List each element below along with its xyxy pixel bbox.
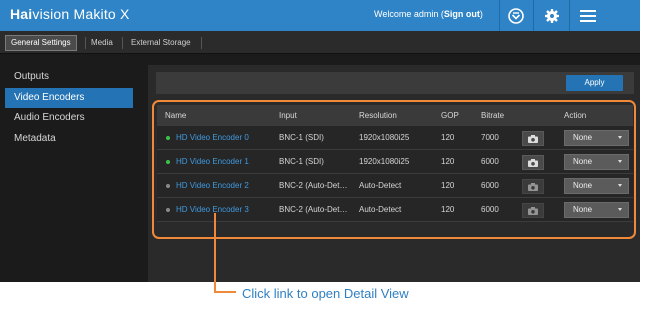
camera-icon[interactable] <box>522 179 544 194</box>
callout-text: Click link to open Detail View <box>242 286 409 301</box>
encoder-name-link[interactable]: HD Video Encoder 0 <box>176 133 249 142</box>
status-dot <box>166 184 170 188</box>
resolution-cell: 1920x1080i25 <box>359 157 410 166</box>
divider <box>122 37 123 49</box>
divider <box>533 0 534 31</box>
camera-icon[interactable] <box>522 131 544 146</box>
chevron-down-icon <box>618 160 622 163</box>
camera-icon[interactable] <box>522 155 544 170</box>
table-row: HD Video Encoder 2 BNC-2 (Auto-Det… Auto… <box>157 174 633 198</box>
divider <box>201 37 202 49</box>
sidebar-item-video-encoders[interactable]: Video Encoders <box>5 88 133 108</box>
resolution-cell: Auto-Detect <box>359 205 402 214</box>
action-select[interactable]: None <box>564 130 629 146</box>
menu-icon[interactable] <box>578 6 598 26</box>
bitrate-cell: 7000 <box>481 133 499 142</box>
status-dot <box>166 208 170 212</box>
action-select[interactable]: None <box>564 202 629 218</box>
gop-cell: 120 <box>441 205 455 214</box>
tab-media[interactable]: Media <box>91 35 113 51</box>
tab-general-settings[interactable]: General Settings <box>5 35 77 51</box>
encoder-name-link[interactable]: HD Video Encoder 1 <box>176 157 249 166</box>
welcome-text: Welcome admin (Sign out) <box>374 9 483 19</box>
encoder-name-link[interactable]: HD Video Encoder 2 <box>176 181 249 190</box>
sidebar-item-outputs[interactable]: Outputs <box>5 67 133 87</box>
action-select[interactable]: None <box>564 154 629 170</box>
column-header-action: Action <box>564 111 587 120</box>
camera-icon[interactable] <box>522 203 544 218</box>
apply-button[interactable]: Apply <box>566 75 623 91</box>
brand-logo: Haivision Makito X <box>10 6 130 22</box>
column-header-name: Name <box>165 111 187 120</box>
chevron-down-icon <box>618 184 622 187</box>
table-header: Name Input Resolution GOP Bitrate Action <box>157 105 633 126</box>
input-cell: BNC-2 (Auto-Det… <box>279 181 348 190</box>
gop-cell: 120 <box>441 181 455 190</box>
input-cell: BNC-1 (SDI) <box>279 133 324 142</box>
bitrate-cell: 6000 <box>481 205 499 214</box>
bitrate-cell: 6000 <box>481 157 499 166</box>
content-toolbar <box>156 72 634 94</box>
gop-cell: 120 <box>441 133 455 142</box>
top-bar: Haivision Makito X Welcome admin (Sign o… <box>0 0 640 31</box>
resolution-cell: Auto-Detect <box>359 181 402 190</box>
sidebar-item-metadata[interactable]: Metadata <box>5 129 133 149</box>
input-cell: BNC-2 (Auto-Det… <box>279 205 348 214</box>
column-header-gop: GOP <box>441 111 459 120</box>
chevron-down-icon <box>618 136 622 139</box>
refresh-icon[interactable] <box>506 6 526 26</box>
bitrate-cell: 6000 <box>481 181 499 190</box>
sidebar-item-audio-encoders[interactable]: Audio Encoders <box>5 108 133 128</box>
action-select[interactable]: None <box>564 178 629 194</box>
callout-line <box>214 291 236 293</box>
column-header-input: Input <box>279 111 297 120</box>
sign-out-link[interactable]: Sign out <box>444 9 480 19</box>
tab-bar: General Settings Media External Storage <box>0 31 640 54</box>
column-header-resolution: Resolution <box>359 111 397 120</box>
status-dot <box>166 160 170 164</box>
gear-icon[interactable] <box>542 6 562 26</box>
table-row: HD Video Encoder 0 BNC-1 (SDI) 1920x1080… <box>157 126 633 150</box>
column-header-bitrate: Bitrate <box>481 111 505 120</box>
resolution-cell: 1920x1080i25 <box>359 133 410 142</box>
input-cell: BNC-1 (SDI) <box>279 157 324 166</box>
tab-external-storage[interactable]: External Storage <box>131 35 191 51</box>
divider <box>499 0 500 31</box>
callout-line <box>214 213 216 293</box>
divider <box>569 0 570 31</box>
encoder-name-link[interactable]: HD Video Encoder 3 <box>176 205 249 214</box>
divider <box>85 37 86 49</box>
sidebar: Outputs Video Encoders Audio Encoders Me… <box>0 55 140 282</box>
table-row: HD Video Encoder 3 BNC-2 (Auto-Det… Auto… <box>157 198 633 222</box>
status-dot <box>166 136 170 140</box>
chevron-down-icon <box>618 208 622 211</box>
table-row: HD Video Encoder 1 BNC-1 (SDI) 1920x1080… <box>157 150 633 174</box>
gop-cell: 120 <box>441 157 455 166</box>
